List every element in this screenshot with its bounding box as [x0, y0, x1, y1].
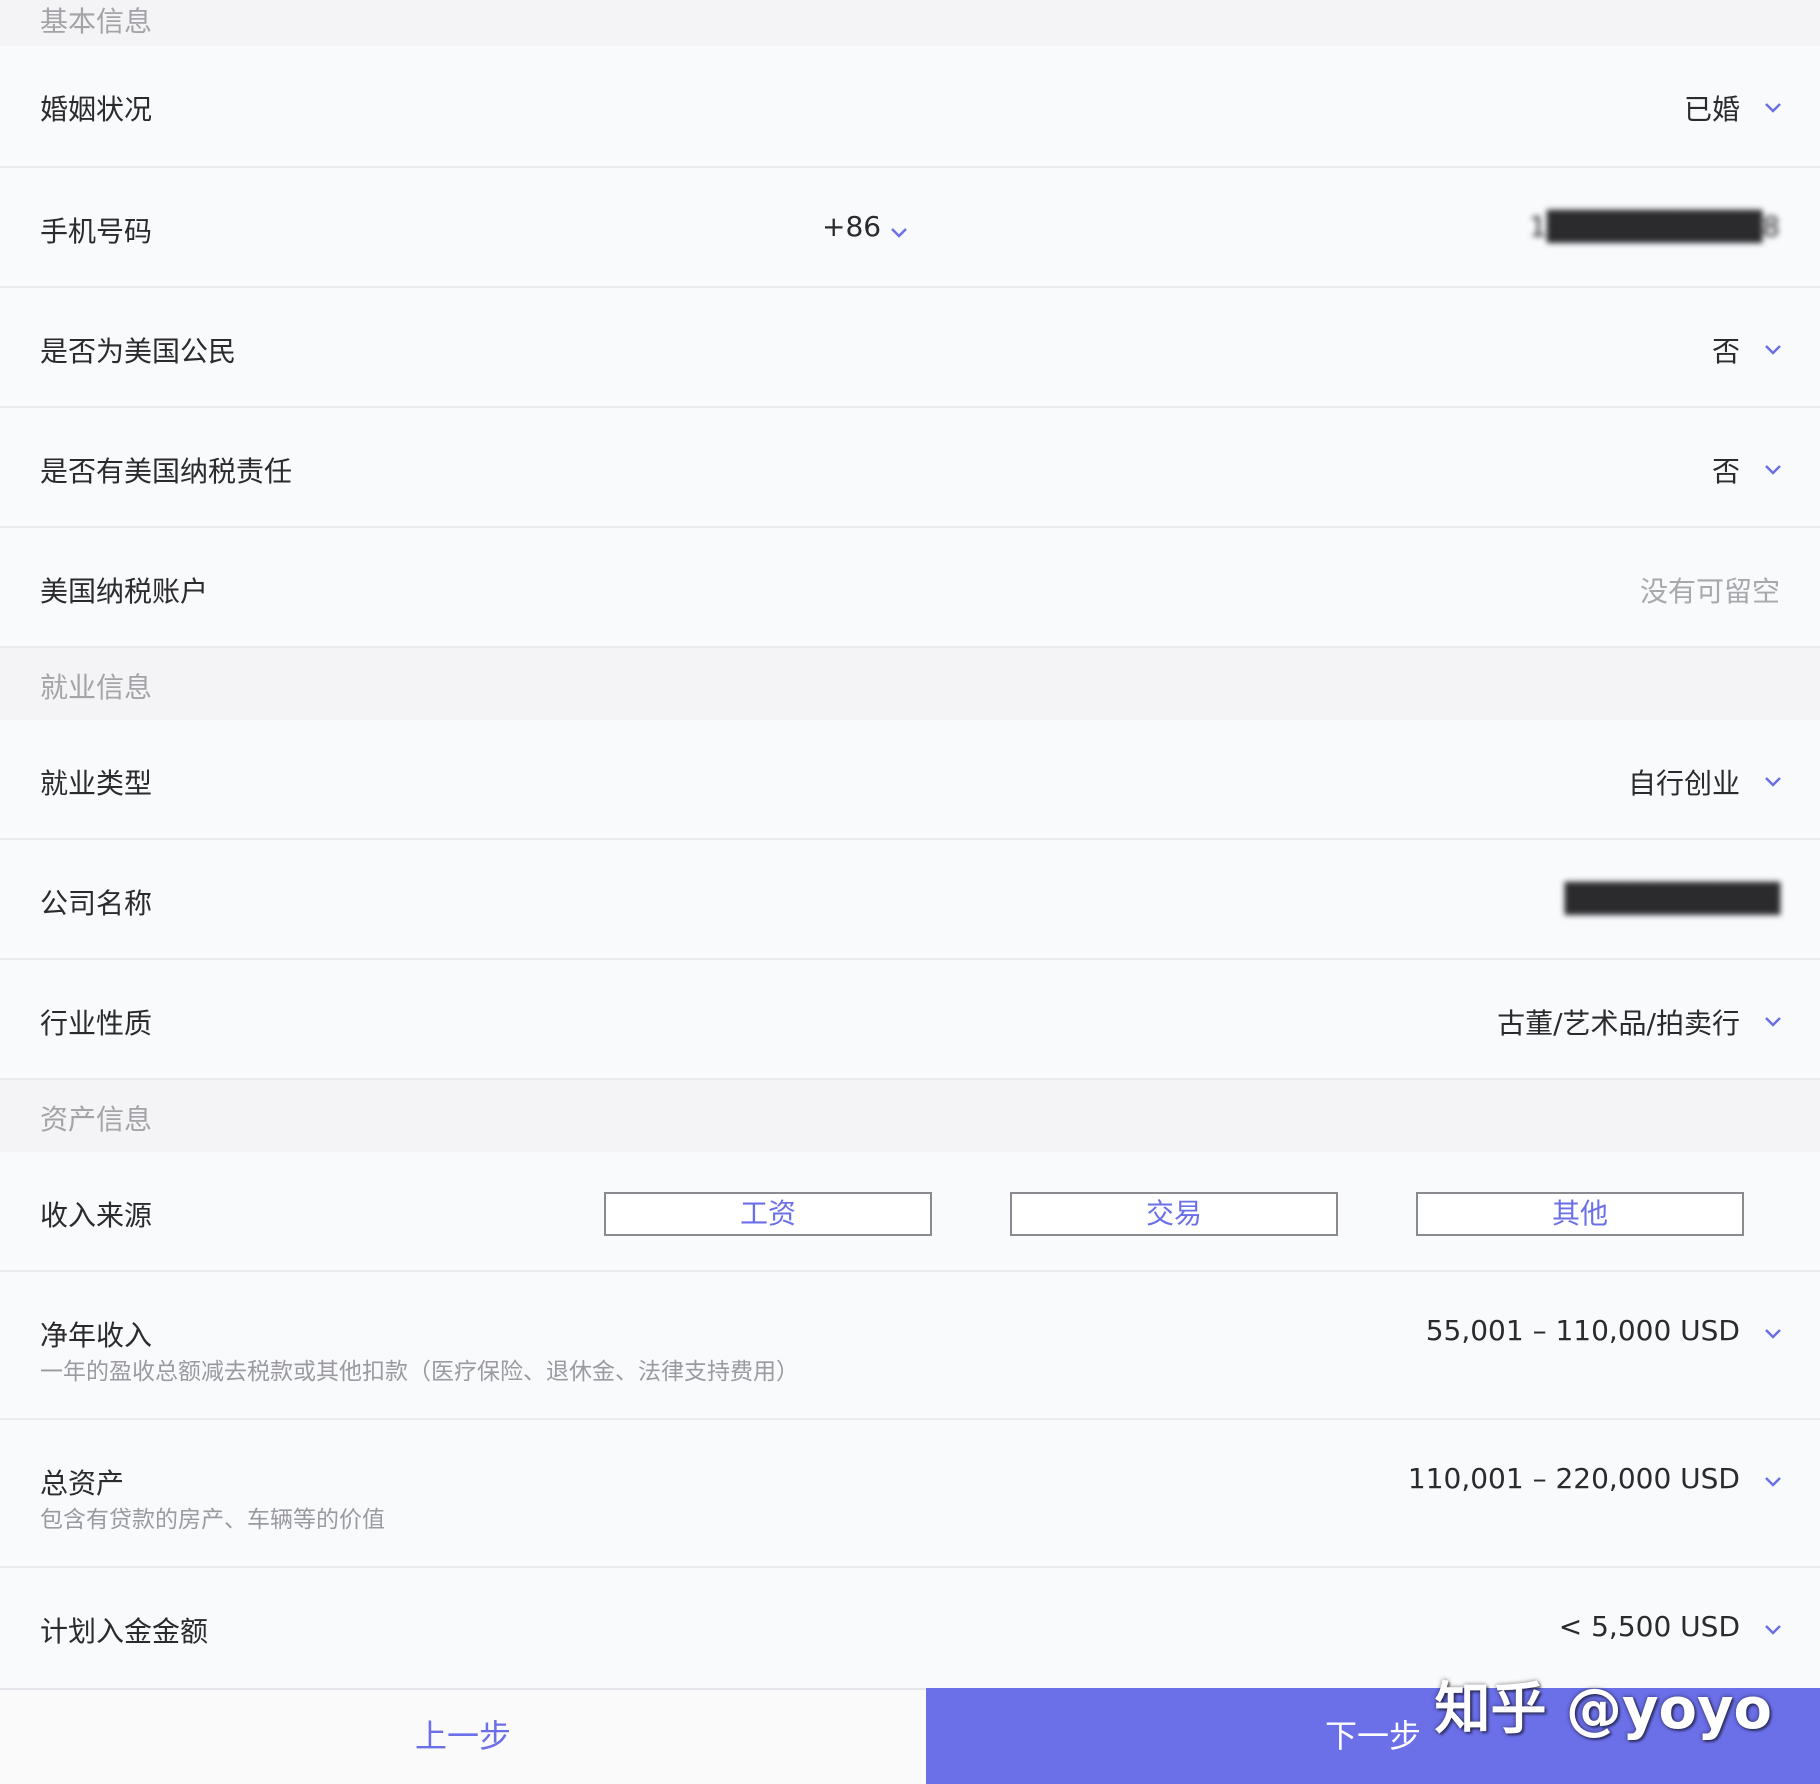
net-income-row[interactable]: 净年收入 一年的盈收总额减去税款或其他扣款（医疗保险、退休金、法律支持费用） 5…: [0, 1272, 1820, 1420]
us-tax-account-row: 美国纳税账户 没有可留空: [0, 528, 1820, 648]
industry-label: 行业性质: [40, 1007, 153, 1040]
section-title-assets: 资产信息: [40, 1103, 153, 1136]
company-name-label: 公司名称: [40, 887, 153, 920]
industry-row[interactable]: 行业性质 古董/艺术品/拍卖行: [0, 960, 1820, 1080]
us-tax-row[interactable]: 是否有美国纳税责任 否: [0, 408, 1820, 528]
company-name-row: 公司名称 ██████████: [0, 840, 1820, 960]
phone-number-input[interactable]: 1██████████8: [1529, 210, 1780, 243]
us-tax-account-label: 美国纳税账户: [40, 575, 209, 608]
employment-type-label: 就业类型: [40, 767, 153, 800]
us-citizen-row[interactable]: 是否为美国公民 否: [0, 288, 1820, 408]
income-source-other-button[interactable]: 其他: [1416, 1192, 1744, 1236]
country-code-select[interactable]: +86: [822, 210, 881, 243]
industry-value[interactable]: 古董/艺术品/拍卖行: [1497, 1002, 1740, 1042]
chevron-down-icon[interactable]: [1764, 1624, 1782, 1636]
income-source-salary-button[interactable]: 工资: [604, 1192, 932, 1236]
chevron-down-icon[interactable]: [1764, 1328, 1782, 1340]
us-citizen-value[interactable]: 否: [1712, 330, 1740, 370]
company-name-input[interactable]: ██████████: [1565, 882, 1780, 915]
section-title-employment: 就业信息: [40, 671, 153, 704]
employment-type-value[interactable]: 自行创业: [1628, 762, 1740, 802]
net-income-label: 净年收入: [40, 1319, 153, 1352]
section-header-employment: 就业信息: [0, 648, 1820, 720]
phone-label: 手机号码: [40, 215, 153, 248]
income-source-trading-button[interactable]: 交易: [1010, 1192, 1338, 1236]
watermark: 知乎 @yoyo: [1434, 1677, 1772, 1742]
planned-deposit-value[interactable]: < 5,500 USD: [1559, 1610, 1740, 1643]
chevron-down-icon[interactable]: [890, 224, 908, 238]
marital-status-row[interactable]: 婚姻状况 已婚: [0, 46, 1820, 168]
marital-status-label: 婚姻状况: [40, 93, 153, 126]
section-title-basic: 基本信息: [40, 5, 153, 38]
us-tax-value[interactable]: 否: [1712, 450, 1740, 490]
total-assets-row[interactable]: 总资产 包含有贷款的房产、车辆等的价值 110,001 – 220,000 US…: [0, 1420, 1820, 1568]
chevron-down-icon[interactable]: [1764, 344, 1782, 356]
employment-type-row[interactable]: 就业类型 自行创业: [0, 720, 1820, 840]
total-assets-hint: 包含有贷款的房产、车辆等的价值: [40, 1507, 385, 1533]
income-source-label: 收入来源: [40, 1199, 153, 1232]
section-header-assets: 资产信息: [0, 1080, 1820, 1152]
income-source-row: 收入来源 工资 交易 其他: [0, 1152, 1820, 1272]
net-income-value[interactable]: 55,001 – 110,000 USD: [1426, 1314, 1740, 1347]
total-assets-label: 总资产: [40, 1467, 125, 1500]
chevron-down-icon[interactable]: [1764, 464, 1782, 476]
chevron-down-icon[interactable]: [1764, 1476, 1782, 1488]
previous-step-button[interactable]: 上一步: [0, 1688, 926, 1784]
total-assets-value[interactable]: 110,001 – 220,000 USD: [1408, 1462, 1740, 1495]
net-income-hint: 一年的盈收总额减去税款或其他扣款（医疗保险、退休金、法律支持费用）: [40, 1359, 799, 1385]
chevron-down-icon[interactable]: [1764, 102, 1782, 114]
planned-deposit-label: 计划入金金额: [40, 1615, 209, 1648]
phone-row: 手机号码 +86 1██████████8: [0, 168, 1820, 288]
us-tax-account-input[interactable]: 没有可留空: [1640, 570, 1780, 610]
chevron-down-icon[interactable]: [1764, 776, 1782, 788]
marital-status-value[interactable]: 已婚: [1684, 88, 1740, 128]
us-citizen-label: 是否为美国公民: [40, 335, 237, 368]
us-tax-label: 是否有美国纳税责任: [40, 455, 293, 488]
chevron-down-icon[interactable]: [1764, 1016, 1782, 1028]
section-header-basic: 基本信息: [0, 0, 1820, 46]
